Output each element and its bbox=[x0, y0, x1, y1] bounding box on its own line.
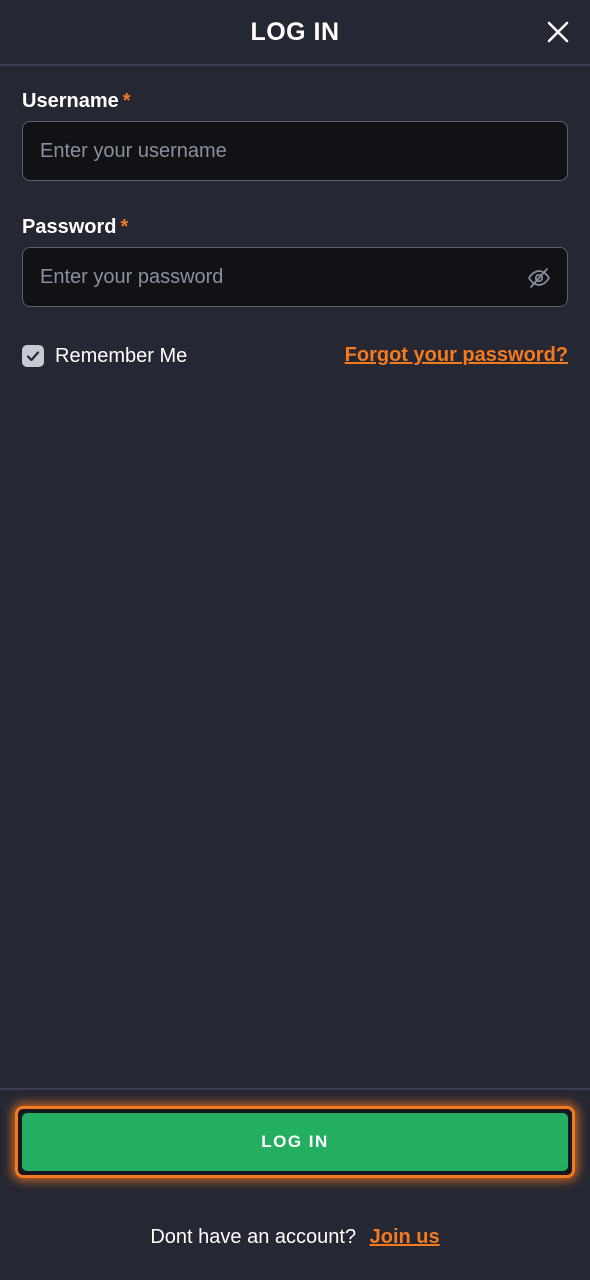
username-input[interactable] bbox=[40, 122, 520, 180]
username-label: Username * bbox=[22, 90, 131, 113]
signup-prompt: Dont have an account? bbox=[150, 1226, 357, 1248]
forgot-password-link[interactable]: Forgot your password? bbox=[345, 344, 568, 367]
username-label-text: Username bbox=[22, 90, 119, 112]
password-input[interactable] bbox=[40, 248, 520, 306]
signup-prompt-row: Dont have an account? Join us bbox=[0, 1226, 590, 1249]
required-mark: * bbox=[122, 90, 131, 112]
close-icon[interactable] bbox=[546, 20, 570, 44]
check-icon bbox=[26, 351, 40, 362]
username-field[interactable] bbox=[22, 121, 568, 181]
required-mark: * bbox=[120, 216, 129, 238]
password-label-text: Password bbox=[22, 216, 117, 238]
remember-me-checkbox[interactable] bbox=[22, 345, 44, 367]
remember-me-label: Remember Me bbox=[55, 344, 188, 367]
login-button-focus-ring: LOG IN bbox=[15, 1106, 575, 1178]
login-screen: LOG IN Username* Password* Remember Me F… bbox=[0, 0, 590, 1280]
join-us-link[interactable]: Join us bbox=[370, 1226, 440, 1248]
login-button[interactable]: LOG IN bbox=[22, 1113, 568, 1171]
remember-me-row: Remember Me bbox=[22, 344, 187, 368]
password-label: Password * bbox=[22, 216, 128, 239]
page-title: LOG IN bbox=[250, 18, 340, 46]
password-field[interactable] bbox=[22, 247, 568, 307]
header: LOG IN bbox=[0, 0, 590, 66]
footer-divider bbox=[0, 1088, 590, 1090]
eye-off-icon[interactable] bbox=[527, 266, 551, 290]
